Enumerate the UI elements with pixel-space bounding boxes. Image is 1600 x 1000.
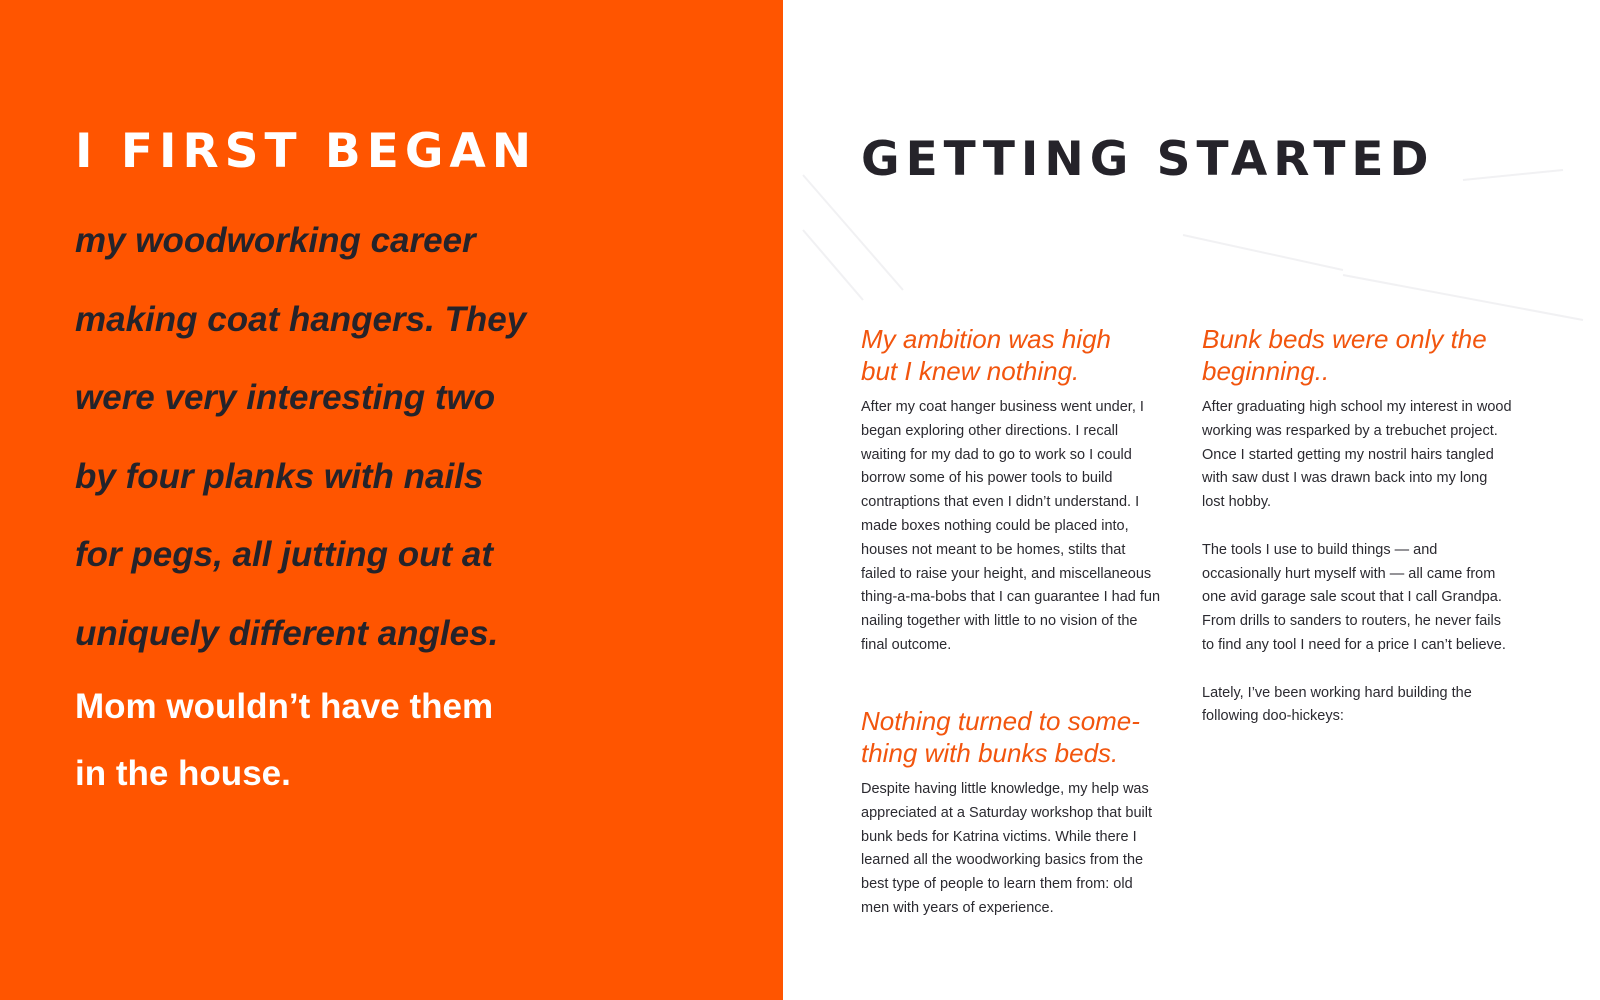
- closing-statement: Mom wouldn’t have them in the house.: [75, 673, 635, 807]
- pull-quote-line: my woodworking career: [75, 221, 476, 260]
- section-subheading: Bunk beds were only the beginning..: [1202, 323, 1512, 387]
- right-content-panel: GETTING STARTED My ambition was high but…: [783, 0, 1600, 1000]
- body-paragraph: Lately, I’ve been working hard building …: [1202, 684, 1472, 725]
- pull-quote-line: uniquely different angles.: [75, 613, 499, 653]
- subheading-line: Nothing turned to some-: [861, 706, 1140, 736]
- section-subheading: My ambition was high but I knew nothing.: [861, 323, 1161, 387]
- body-paragraph: After my coat hanger business went under…: [861, 399, 1161, 653]
- section-subheading: Nothing turned to some- thing with bunks…: [861, 705, 1161, 769]
- pull-quote-line: making coat hangers. They: [75, 299, 527, 339]
- subheading-line: My ambition was high: [861, 324, 1111, 354]
- body-paragraph: After graduating high school my interest…: [1202, 399, 1512, 511]
- pull-quote-line: by four planks with nails: [75, 456, 484, 496]
- closing-line: Mom wouldn’t have them: [75, 687, 494, 726]
- subheading-line: but I knew nothing.: [861, 356, 1080, 386]
- story-section-beginning: Bunk beds were only the beginning.. Afte…: [1202, 323, 1512, 729]
- pull-quote: my woodworking career making coat hanger…: [75, 202, 635, 673]
- section-heading: GETTING STARTED: [861, 132, 1435, 187]
- story-section-ambition: My ambition was high but I knew nothing.…: [861, 323, 1161, 658]
- body-paragraph: Despite having little knowledge, my help…: [861, 781, 1152, 916]
- pull-quote-line: were very interesting two: [75, 378, 496, 417]
- closing-line: in the house.: [75, 754, 291, 793]
- left-heading: I FIRST BEGAN: [75, 124, 538, 179]
- left-accent-panel: I FIRST BEGAN my woodworking career maki…: [0, 0, 783, 1000]
- story-section-bunk-beds: Nothing turned to some- thing with bunks…: [861, 705, 1161, 921]
- body-paragraph: The tools I use to build things — and oc…: [1202, 541, 1506, 653]
- subheading-line: Bunk beds were only the: [1202, 324, 1487, 354]
- subheading-line: beginning..: [1202, 356, 1330, 386]
- subheading-line: thing with bunks beds.: [861, 738, 1119, 768]
- pull-quote-line: for pegs, all jutting out at: [75, 535, 494, 574]
